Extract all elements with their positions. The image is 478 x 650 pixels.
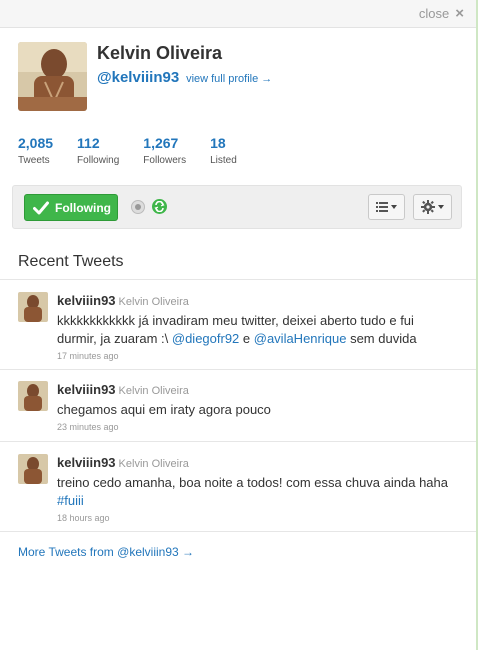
gear-icon xyxy=(421,200,435,214)
user-actions-button[interactable] xyxy=(413,194,452,220)
close-button[interactable]: close × xyxy=(419,6,464,21)
tweet-fullname: Kelvin Oliveira xyxy=(118,458,189,470)
stat-value: 1,267 xyxy=(143,135,179,151)
tweet-username[interactable]: kelviiin93 xyxy=(57,455,116,470)
stat-value: 112 xyxy=(77,135,100,151)
check-icon xyxy=(33,201,49,214)
profile-handle[interactable]: @kelviiin93 xyxy=(97,69,179,86)
stat-followers[interactable]: 1,267 Followers xyxy=(143,135,186,166)
tweet-username[interactable]: kelviiin93 xyxy=(57,382,116,397)
tweet-body: kelviiin93 Kelvin Oliveira treino cedo am… xyxy=(57,454,457,523)
stat-tweets[interactable]: 2,085 Tweets xyxy=(18,135,53,166)
profile-full-name: Kelvin Oliveira xyxy=(97,43,223,63)
tweet-text: kkkkkkkkkkkk já invadiram meu twitter, d… xyxy=(57,312,457,348)
tweet-header: kelviiin93 Kelvin Oliveira xyxy=(57,454,457,472)
stat-following[interactable]: 112 Following xyxy=(77,135,119,166)
profile-handle-line: @kelviiin93 view full profile → xyxy=(97,69,272,86)
more-tweets-link[interactable]: More Tweets from @kelviiin93 → xyxy=(18,545,194,559)
stat-value: 2,085 xyxy=(18,135,54,151)
divider xyxy=(0,441,476,442)
tweet-mention-link[interactable]: @avilaHenrique xyxy=(254,331,347,346)
tweet-avatar[interactable] xyxy=(18,454,48,484)
tweet-text-part: e xyxy=(239,331,254,346)
tweet-timestamp[interactable]: 18 hours ago xyxy=(57,513,457,523)
recent-tweets-heading: Recent Tweets xyxy=(18,253,124,270)
chevron-down-icon xyxy=(391,205,397,209)
tweet-username[interactable]: kelviiin93 xyxy=(57,293,116,308)
profile-header: Kelvin Oliveira @kelviiin93 view full pr… xyxy=(0,28,476,128)
following-label: Following xyxy=(55,200,111,215)
tweet-text: treino cedo amanha, boa noite a todos! c… xyxy=(57,474,457,510)
tweet-fullname: Kelvin Oliveira xyxy=(118,385,189,397)
tweet-avatar[interactable] xyxy=(18,292,48,322)
profile-popup: close × Kelvin Oliveira @kelviiin93 view… xyxy=(0,0,478,650)
tweet-item[interactable]: kelviiin93 Kelvin Oliveira chegamos aqui … xyxy=(0,381,476,436)
close-label: close xyxy=(418,6,450,21)
tweet-item[interactable]: kelviiin93 Kelvin Oliveira treino cedo am… xyxy=(0,454,476,529)
divider xyxy=(0,369,476,370)
tweet-header: kelviiin93 Kelvin Oliveira xyxy=(57,381,457,399)
stat-listed[interactable]: 18 Listed xyxy=(210,135,237,166)
tweet-header: kelviiin93 Kelvin Oliveira xyxy=(57,292,457,310)
tweet-hashtag-link[interactable]: #fuiii xyxy=(57,493,84,508)
avatar[interactable] xyxy=(18,42,87,111)
tweet-fullname: Kelvin Oliveira xyxy=(118,296,189,308)
stat-value: 18 xyxy=(210,135,226,151)
popup-top-bar: close × xyxy=(0,0,476,28)
stat-label: Followers xyxy=(143,155,187,166)
stat-label: Listed xyxy=(210,155,237,166)
tweet-timestamp[interactable]: 17 minutes ago xyxy=(57,351,457,361)
retweets-toggle-icon[interactable] xyxy=(152,199,167,214)
tweet-text-part: treino cedo amanha, boa noite a todos! c… xyxy=(57,475,448,490)
profile-stats: 2,085 Tweets 112 Following 1,267 Followe… xyxy=(18,135,261,166)
list-menu-button[interactable] xyxy=(368,194,405,220)
tweet-text: chegamos aqui em iraty agora pouco xyxy=(57,402,271,417)
close-icon: × xyxy=(455,5,464,22)
following-button[interactable]: Following xyxy=(24,194,118,221)
chevron-down-icon xyxy=(438,205,444,209)
tweet-item[interactable]: kelviiin93 Kelvin Oliveira kkkkkkkkkkkk j… xyxy=(0,292,476,367)
direct-message-icon[interactable] xyxy=(131,200,145,214)
stat-label: Following xyxy=(77,155,120,166)
stat-label: Tweets xyxy=(18,155,50,166)
divider xyxy=(0,279,476,280)
tweet-body: kelviiin93 Kelvin Oliveira chegamos aqui … xyxy=(57,381,457,432)
tweet-timestamp[interactable]: 23 minutes ago xyxy=(57,422,457,432)
tweet-body: kelviiin93 Kelvin Oliveira kkkkkkkkkkkk j… xyxy=(57,292,457,361)
tweet-text-part: sem duvida xyxy=(346,331,417,346)
view-full-profile-link[interactable]: view full profile → xyxy=(186,73,272,85)
action-bar: Following xyxy=(12,185,462,229)
tweet-avatar[interactable] xyxy=(18,381,48,411)
tweet-mention-link[interactable]: @diegofr92 xyxy=(172,331,239,346)
list-icon xyxy=(376,202,388,212)
divider xyxy=(0,531,476,532)
